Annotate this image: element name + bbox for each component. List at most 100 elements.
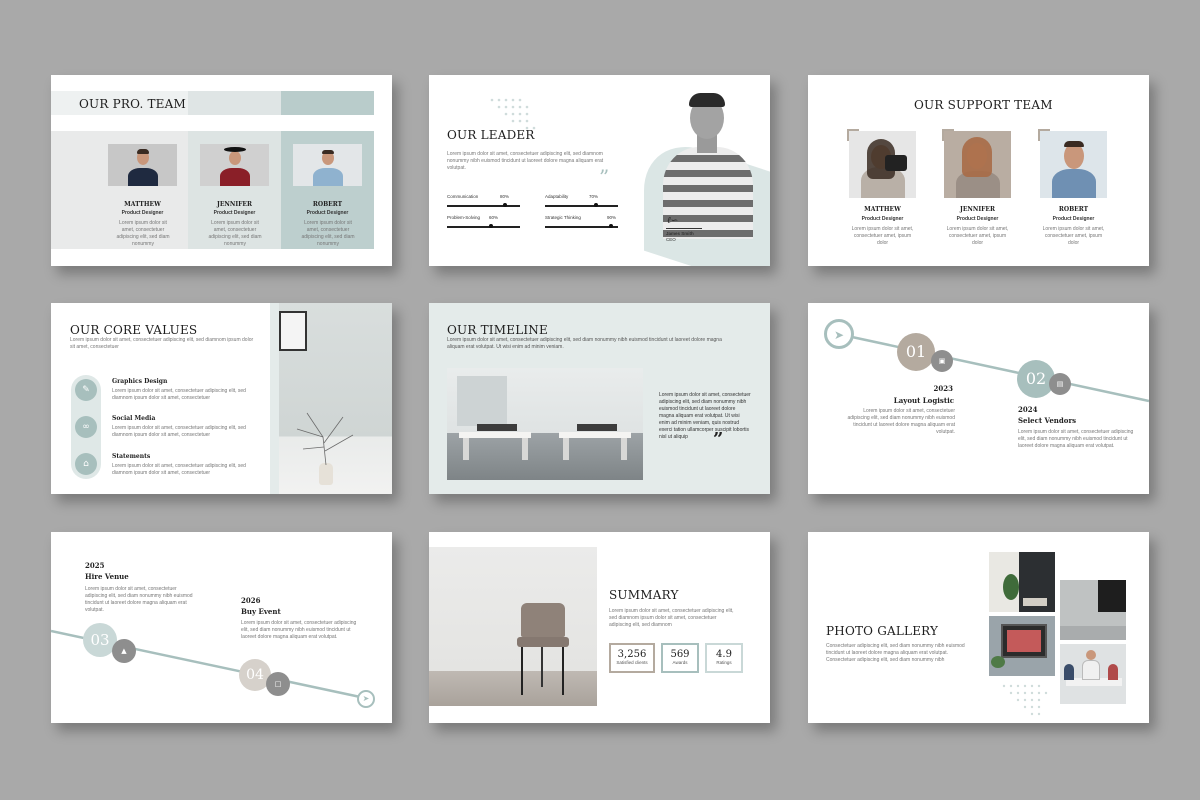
member-role: Product Designer	[213, 210, 256, 216]
value-desc: Lorem ipsum dolor sit amet, consectetuer…	[112, 425, 246, 438]
skill-value: 80%	[500, 194, 510, 199]
slide-title: PHOTO GALLERY	[826, 624, 939, 638]
skill-value: 70%	[589, 194, 599, 199]
member-name: MATTHEW	[124, 201, 161, 208]
member-name: JENNIFER	[216, 201, 252, 208]
slide-core-values[interactable]: OUR CORE VALUES Lorem ipsum dolor sit am…	[51, 303, 392, 494]
stat-label: Satisfied clients	[616, 660, 648, 665]
slide-pro-team[interactable]: OUR PRO. TEAM MATTHEW Product Designer L…	[51, 75, 392, 266]
stat-value: 569	[670, 649, 690, 660]
value-label: Statements	[112, 453, 151, 460]
timeline-line	[837, 332, 1149, 403]
value-label: Social Media	[112, 415, 156, 422]
member-desc: Lorem ipsum dolor sit amet, consectetuer…	[1042, 226, 1105, 246]
share-icon: ∞	[75, 416, 97, 438]
calendar-icon: □	[266, 672, 290, 696]
skill-bar	[545, 226, 618, 228]
slide-support-team[interactable]: OUR SUPPORT TEAM MATTHEW Product Designe…	[808, 75, 1149, 266]
member-name: ROBERT	[312, 201, 343, 208]
quote-icon: ”	[599, 165, 610, 189]
tent-icon: ▲	[112, 639, 136, 663]
member-photo	[849, 131, 916, 198]
step-label: Hire Venue	[85, 572, 129, 581]
member-role: Product Designer	[956, 216, 999, 222]
member-photo	[293, 144, 362, 186]
paper-plane-icon[interactable]: ➤	[824, 319, 854, 349]
slide-timeline-01-02[interactable]: ➤ 01 ▣ 2023 Layout Logistic Lorem ipsum …	[808, 303, 1149, 494]
member-desc: Lorem ipsum dolor sit amet, consectetuer…	[851, 226, 914, 246]
skill-bar	[545, 205, 618, 207]
truck-icon: ▣	[931, 350, 953, 372]
member-photo	[944, 131, 1011, 198]
slide-our-leader[interactable]: OUR LEADER Lorem ipsum dolor sit amet, c…	[429, 75, 770, 266]
member-photo	[1040, 131, 1107, 198]
gallery-photo-plant	[989, 552, 1055, 612]
leader-text: Lorem ipsum dolor sit amet, consectetuer…	[447, 151, 604, 171]
skill-label: Communication	[447, 194, 479, 199]
timeline-quote: Lorem ipsum dolor sit amet, consectetuer…	[659, 392, 751, 440]
slide-title: OUR LEADER	[447, 128, 535, 142]
step-year: 2026	[241, 596, 261, 605]
step-year: 2025	[85, 561, 105, 570]
stat-label: Ratings	[716, 660, 732, 665]
gallery-text: Consectetuer adipiscing elit, sed diam n…	[826, 643, 965, 663]
stat-value: 3,256	[617, 649, 647, 660]
skill-label: Strategic Thinking	[545, 215, 581, 220]
signature-icon: ℓ∽	[667, 216, 679, 226]
accent-stripe	[270, 303, 279, 494]
step-desc: Lorem ipsum dolor sit amet, consectetuer…	[1018, 429, 1134, 449]
skill-knob[interactable]	[488, 224, 493, 228]
value-desc: Lorem ipsum dolor sit amet, consectetuer…	[112, 388, 246, 401]
step-label: Buy Event	[241, 607, 281, 616]
member-photo	[108, 144, 177, 186]
paper-plane-icon[interactable]: ➤	[357, 690, 375, 708]
step-label: Layout Logistic	[893, 396, 954, 405]
bank-icon: ⌂	[75, 453, 97, 475]
office-photo	[447, 368, 643, 480]
step-desc: Lorem ipsum dolor sit amet, consectetuer…	[85, 586, 193, 613]
leader-name: James Smith	[666, 231, 694, 236]
step-desc: Lorem ipsum dolor sit amet, consectetuer…	[241, 620, 357, 640]
pen-icon: ✎	[75, 379, 97, 401]
member-desc: Lorem ipsum dolor sit amet, consectetuer…	[208, 220, 262, 247]
member-desc: Lorem ipsum dolor sit amet, consectetuer…	[301, 220, 355, 247]
slide-title: OUR CORE VALUES	[70, 323, 198, 337]
value-desc: Lorem ipsum dolor sit amet, consectetuer…	[112, 463, 246, 476]
slide-photo-gallery[interactable]: PHOTO GALLERY Consectetuer adipiscing el…	[808, 532, 1149, 723]
gallery-photo-meeting	[1060, 644, 1126, 704]
skill-bar	[447, 226, 520, 228]
stat-box: 569 Awards	[661, 643, 699, 673]
step-label: Select Vendors	[1018, 416, 1077, 425]
slide-title: OUR SUPPORT TEAM	[914, 98, 1053, 112]
gallery-photo-desk	[989, 616, 1055, 676]
values-intro: Lorem ipsum dolor sit amet, consectetuer…	[70, 337, 254, 350]
stat-label: Awards	[672, 660, 688, 665]
step-desc: Lorem ipsum dolor sit amet, consectetuer…	[847, 408, 955, 435]
skill-value: 60%	[489, 215, 499, 220]
member-name: ROBERT	[1058, 206, 1089, 213]
chair-photo	[429, 547, 597, 706]
member-role: Product Designer	[121, 210, 164, 216]
leader-role: CEO	[666, 237, 676, 242]
member-role: Product Designer	[861, 216, 904, 222]
step-number: 01	[897, 333, 935, 371]
skill-bar	[447, 205, 520, 207]
stat-box: 4.9 Ratings	[705, 643, 743, 673]
slide-title: OUR TIMELINE	[447, 323, 548, 337]
stat-value: 4.9	[716, 649, 732, 660]
gallery-photo-wall	[1060, 580, 1126, 640]
skill-knob[interactable]	[608, 224, 613, 228]
member-role: Product Designer	[1052, 216, 1095, 222]
member-name: JENNIFER	[959, 206, 995, 213]
interior-photo	[279, 303, 392, 494]
value-label: Graphics Design	[112, 378, 168, 385]
member-role: Product Designer	[306, 210, 349, 216]
slide-our-timeline[interactable]: OUR TIMELINE Lorem ipsum dolor sit amet,…	[429, 303, 770, 494]
step-year: 2024	[1018, 405, 1038, 414]
member-name: MATTHEW	[864, 206, 901, 213]
dot-pattern	[1002, 684, 1048, 716]
slide-timeline-03-04[interactable]: 2025 Hire Venue Lorem ipsum dolor sit am…	[51, 532, 392, 723]
skill-label: Problem-Solving	[447, 215, 481, 220]
slide-summary[interactable]: SUMMARY Lorem ipsum dolor sit amet, cons…	[429, 532, 770, 723]
step-year: 2023	[933, 384, 953, 393]
